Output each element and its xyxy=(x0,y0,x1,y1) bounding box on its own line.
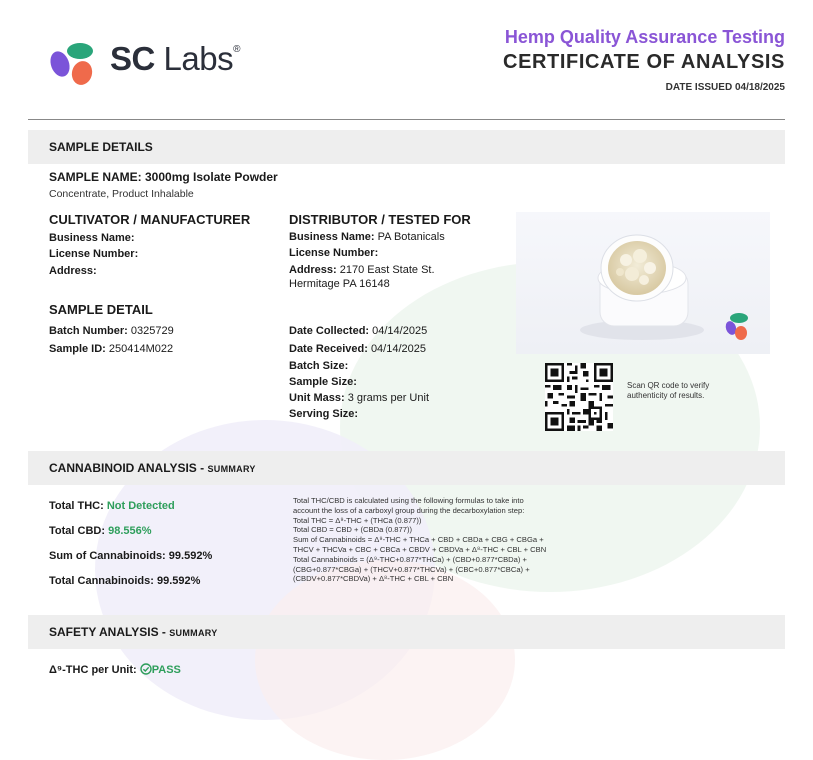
product-jar-image xyxy=(580,234,748,340)
cultivator-heading: CULTIVATOR / MANUFACTURER xyxy=(49,212,251,227)
serving-size-label: Serving Size: xyxy=(289,408,359,420)
distributor-license-label: License Number: xyxy=(289,247,379,259)
batch-size-label: Batch Size: xyxy=(289,360,349,372)
d9-thc-result: PASS xyxy=(151,664,181,676)
distributor-address-line2: Hermitage PA 16148 xyxy=(289,278,390,290)
total-cannabinoids: Total Cannabinoids: 99.592% xyxy=(49,575,201,587)
header-divider xyxy=(28,119,785,120)
sample-name: SAMPLE NAME: 3000mg Isolate Powder xyxy=(49,170,278,184)
distributor-heading: DISTRIBUTOR / TESTED FOR xyxy=(289,212,471,227)
date-collected: Date Collected: 04/14/2025 xyxy=(289,325,428,337)
sample-detail-heading: SAMPLE DETAIL xyxy=(49,302,153,317)
batch-number: Batch Number: 0325729 xyxy=(49,325,174,337)
cultivator-business-name-label: Business Name: xyxy=(49,232,135,244)
sample-size-label: Sample Size: xyxy=(289,376,357,388)
check-circle-icon xyxy=(140,663,152,675)
qr-note: Scan QR code to verify authenticity of r… xyxy=(627,381,710,400)
product-photo xyxy=(516,212,770,354)
section-title-cannabinoid: CANNABINOID ANALYSIS - SUMMARY xyxy=(49,461,256,475)
date-issued: DATE ISSUED 04/18/2025 xyxy=(665,82,785,93)
total-thc: Total THC: Not Detected xyxy=(49,500,175,512)
date-received: Date Received: 04/14/2025 xyxy=(289,343,426,355)
cultivator-license-label: License Number: xyxy=(49,248,139,260)
section-title-sample-details: SAMPLE DETAILS xyxy=(49,140,153,154)
sc-labs-logo-icon xyxy=(50,43,93,85)
d9-thc-per-unit: Δ⁹-THC per Unit: PASS xyxy=(49,663,181,676)
distributor-address: Address: 2170 East State St. xyxy=(289,264,435,276)
brand-name: SC Labs® xyxy=(110,40,240,77)
sum-of-cannabinoids: Sum of Cannabinoids: 99.592% xyxy=(49,550,213,562)
distributor-business-name: Business Name: PA Botanicals xyxy=(289,231,445,243)
cultivator-address-label: Address: xyxy=(49,265,97,277)
qr-code[interactable] xyxy=(545,363,613,431)
total-cbd: Total CBD: 98.556% xyxy=(49,525,152,537)
sample-type: Concentrate, Product Inhalable xyxy=(49,188,194,200)
unit-mass: Unit Mass: 3 grams per Unit xyxy=(289,392,429,404)
sample-id: Sample ID: 250414M022 xyxy=(49,343,174,355)
calculation-formulas: Total THC/CBD is calculated using the fo… xyxy=(293,496,547,584)
background-shape xyxy=(255,560,515,760)
section-title-safety: SAFETY ANALYSIS - SUMMARY xyxy=(49,625,218,639)
report-subtitle: Hemp Quality Assurance Testing xyxy=(504,27,785,47)
report-title: CERTIFICATE OF ANALYSIS xyxy=(503,51,785,73)
